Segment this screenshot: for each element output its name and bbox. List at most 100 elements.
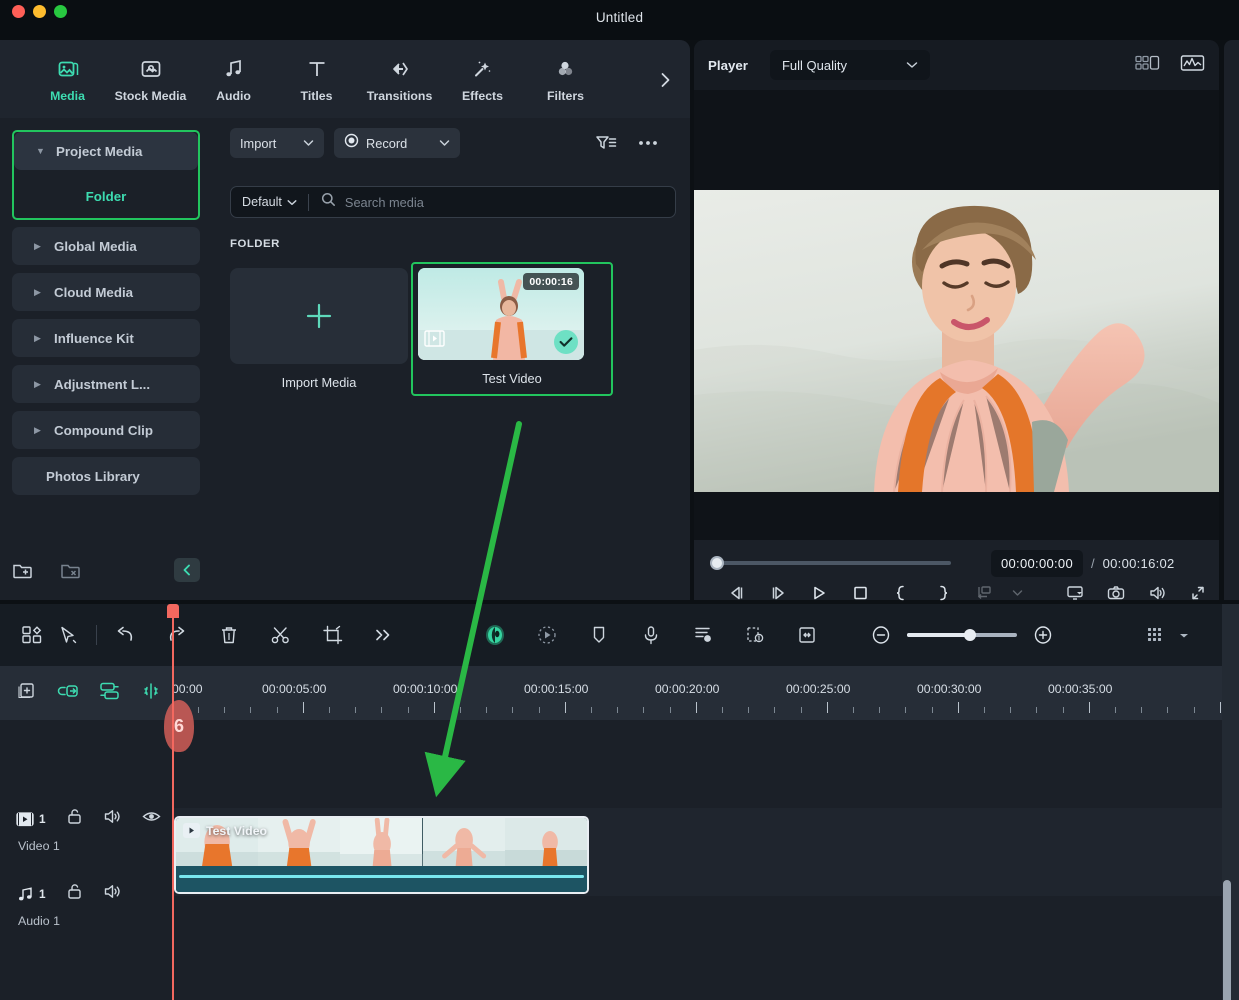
more-options-icon[interactable]	[635, 130, 661, 156]
ruler-scale[interactable]: 00:00 00:00:05:00 00:00:10:00 00:00:15:00 00…	[172, 666, 1239, 720]
import-media-dropzone[interactable]	[230, 268, 408, 364]
current-timecode[interactable]: 00:00:00:00	[991, 549, 1083, 577]
auto-subtitle-icon[interactable]	[685, 618, 721, 652]
chevron-down-icon[interactable]	[1005, 579, 1031, 607]
track-number: 1	[39, 887, 46, 901]
waveform-scope-icon[interactable]	[1180, 53, 1205, 78]
track-header-audio-1[interactable]: 1 Audio 1	[0, 883, 172, 928]
delete-trash-icon[interactable]	[211, 618, 247, 652]
tab-filters[interactable]: Filters	[524, 47, 607, 111]
scrubber-handle[interactable]	[710, 556, 724, 570]
chevron-down-small-icon[interactable]	[1173, 618, 1195, 652]
volume-icon[interactable]	[1136, 579, 1177, 607]
mark-out-icon[interactable]	[922, 579, 963, 607]
redo-icon[interactable]	[159, 618, 195, 652]
ruler-tick	[1219, 702, 1221, 713]
collapse-chevron-icon[interactable]	[174, 558, 200, 582]
render-bar-icon[interactable]	[1137, 618, 1173, 652]
mark-in-icon[interactable]	[881, 579, 922, 607]
voiceover-mic-icon[interactable]	[633, 618, 669, 652]
ruler-tick	[774, 707, 776, 713]
track-header-video-1[interactable]: 1 Video 1	[0, 808, 172, 853]
zoom-slider-handle[interactable]	[964, 629, 977, 641]
add-track-icon[interactable]	[16, 681, 38, 706]
tab-label: Effects	[461, 88, 503, 103]
quality-dropdown[interactable]: Full Quality	[769, 50, 930, 80]
snapshot-camera-icon[interactable]	[1095, 579, 1136, 607]
group-icon[interactable]	[98, 681, 122, 706]
magnet-snap-icon[interactable]	[140, 681, 162, 706]
export-frame-icon[interactable]	[963, 579, 1004, 607]
sidebar-item-photos-library[interactable]: Photos Library	[12, 457, 200, 495]
tab-titles[interactable]: Titles	[275, 47, 358, 111]
playhead[interactable]: 6	[164, 604, 194, 1000]
select-cursor-icon[interactable]	[50, 618, 86, 652]
media-item-test-video[interactable]: 00:00:16 Test Video	[411, 262, 613, 396]
timeline-clip-test-video[interactable]: Test Video	[174, 816, 589, 894]
zoom-in-icon[interactable]	[1025, 618, 1061, 652]
ruler-tick	[433, 702, 435, 713]
lock-icon[interactable]	[66, 808, 83, 830]
display-icon[interactable]	[1054, 579, 1095, 607]
import-media-cell[interactable]: Import Media	[230, 268, 408, 390]
video-preview[interactable]	[694, 190, 1219, 492]
ruler-tick	[1193, 707, 1195, 713]
marker-icon[interactable]	[581, 618, 617, 652]
mute-icon[interactable]	[103, 883, 122, 905]
tab-transitions[interactable]: Transitions	[358, 47, 441, 111]
fit-timeline-icon[interactable]	[789, 618, 825, 652]
eye-visibility-icon[interactable]	[141, 808, 161, 830]
playhead-handle[interactable]	[167, 604, 179, 618]
tabs-next-chevron-icon[interactable]	[654, 68, 676, 92]
search-input[interactable]: Search media	[309, 192, 675, 212]
split-scissors-icon[interactable]	[263, 618, 299, 652]
tab-audio[interactable]: Audio	[192, 47, 275, 111]
mask-icon[interactable]	[737, 618, 773, 652]
zoom-out-icon[interactable]	[863, 618, 899, 652]
sidebar-item-project-media[interactable]: ▼ Project Media	[14, 132, 198, 170]
timeline-lanes[interactable]: Test Video	[172, 720, 1239, 1000]
grid-layout-icon[interactable]	[14, 618, 50, 652]
zoom-slider[interactable]	[907, 629, 1017, 641]
media-thumbnail[interactable]: 00:00:16	[418, 268, 584, 360]
playback-scrubber[interactable]	[710, 556, 951, 570]
timeline-vertical-scrollbar[interactable]	[1223, 880, 1231, 1000]
crop-icon[interactable]	[315, 618, 351, 652]
import-button[interactable]: Import	[230, 128, 324, 158]
sidebar-item-compound-clip[interactable]: ▶ Compound Clip	[12, 411, 200, 449]
prev-frame-icon[interactable]	[716, 579, 757, 607]
sidebar-item-adjustment-layer[interactable]: ▶ Adjustment L...	[12, 365, 200, 403]
record-button[interactable]: Record	[334, 128, 460, 158]
next-frame-icon[interactable]	[757, 579, 798, 607]
tab-stock-media[interactable]: Stock Media	[109, 47, 192, 111]
sidebar-item-folder[interactable]: Folder	[14, 178, 198, 214]
filter-sort-icon[interactable]	[593, 130, 619, 156]
tab-media[interactable]: Media	[26, 47, 109, 111]
ruler-tick	[1167, 707, 1169, 713]
tab-effects[interactable]: Effects	[441, 47, 524, 111]
lane-audio-1[interactable]	[172, 896, 1239, 984]
ruler-tick	[669, 707, 671, 713]
lock-icon[interactable]	[66, 883, 83, 905]
search-icon	[321, 192, 336, 212]
delete-folder-icon[interactable]	[60, 560, 82, 585]
ruler-tick	[931, 707, 933, 713]
link-icon[interactable]	[56, 681, 80, 706]
ruler-tick	[1062, 707, 1064, 713]
split-view-icon[interactable]	[1135, 53, 1160, 78]
color-match-icon[interactable]	[477, 618, 513, 652]
mute-icon[interactable]	[103, 808, 122, 830]
fullscreen-icon[interactable]	[1178, 579, 1219, 607]
new-folder-icon[interactable]	[12, 560, 34, 585]
sidebar-item-label: Photos Library	[46, 468, 140, 484]
right-panel-edge[interactable]	[1224, 40, 1239, 600]
speed-icon[interactable]	[529, 618, 565, 652]
stop-icon[interactable]	[840, 579, 881, 607]
sidebar-item-cloud-media[interactable]: ▶ Cloud Media	[12, 273, 200, 311]
undo-icon[interactable]	[107, 618, 143, 652]
sidebar-item-global-media[interactable]: ▶ Global Media	[12, 227, 200, 265]
sidebar-item-influence-kit[interactable]: ▶ Influence Kit	[12, 319, 200, 357]
more-chevrons-icon[interactable]	[365, 618, 401, 652]
sort-dropdown[interactable]: Default	[231, 193, 308, 211]
play-icon[interactable]	[798, 579, 839, 607]
